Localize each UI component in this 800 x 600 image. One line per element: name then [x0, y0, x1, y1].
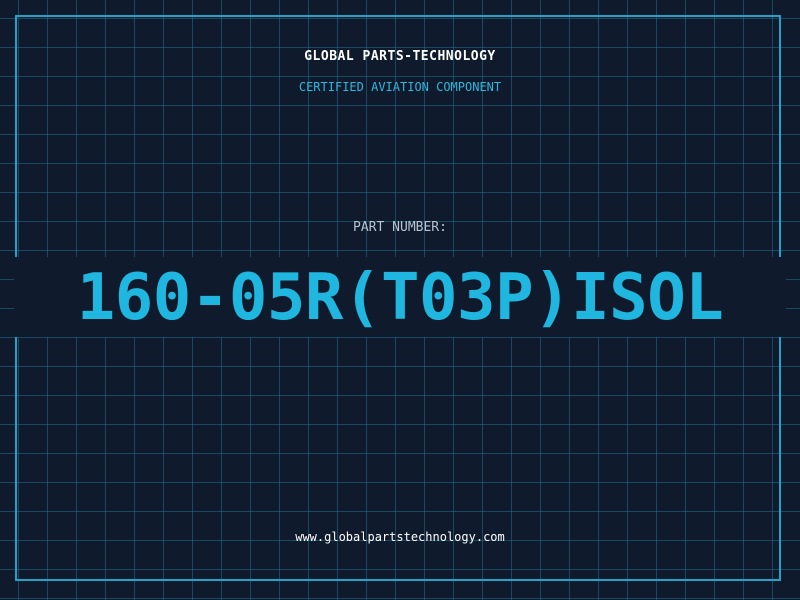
part-number-label: PART NUMBER: [353, 220, 447, 235]
certification-subtitle: CERTIFIED AVIATION COMPONENT [298, 80, 502, 94]
company-name: GLOBAL PARTS-TECHNOLOGY [304, 49, 496, 64]
part-card: GLOBAL PARTS-TECHNOLOGY CERTIFIED AVIATI… [0, 0, 800, 600]
part-number-value: 160-05R(T03P)ISOL [76, 261, 724, 335]
website-url: www.globalpartstechnology.com [295, 530, 505, 544]
